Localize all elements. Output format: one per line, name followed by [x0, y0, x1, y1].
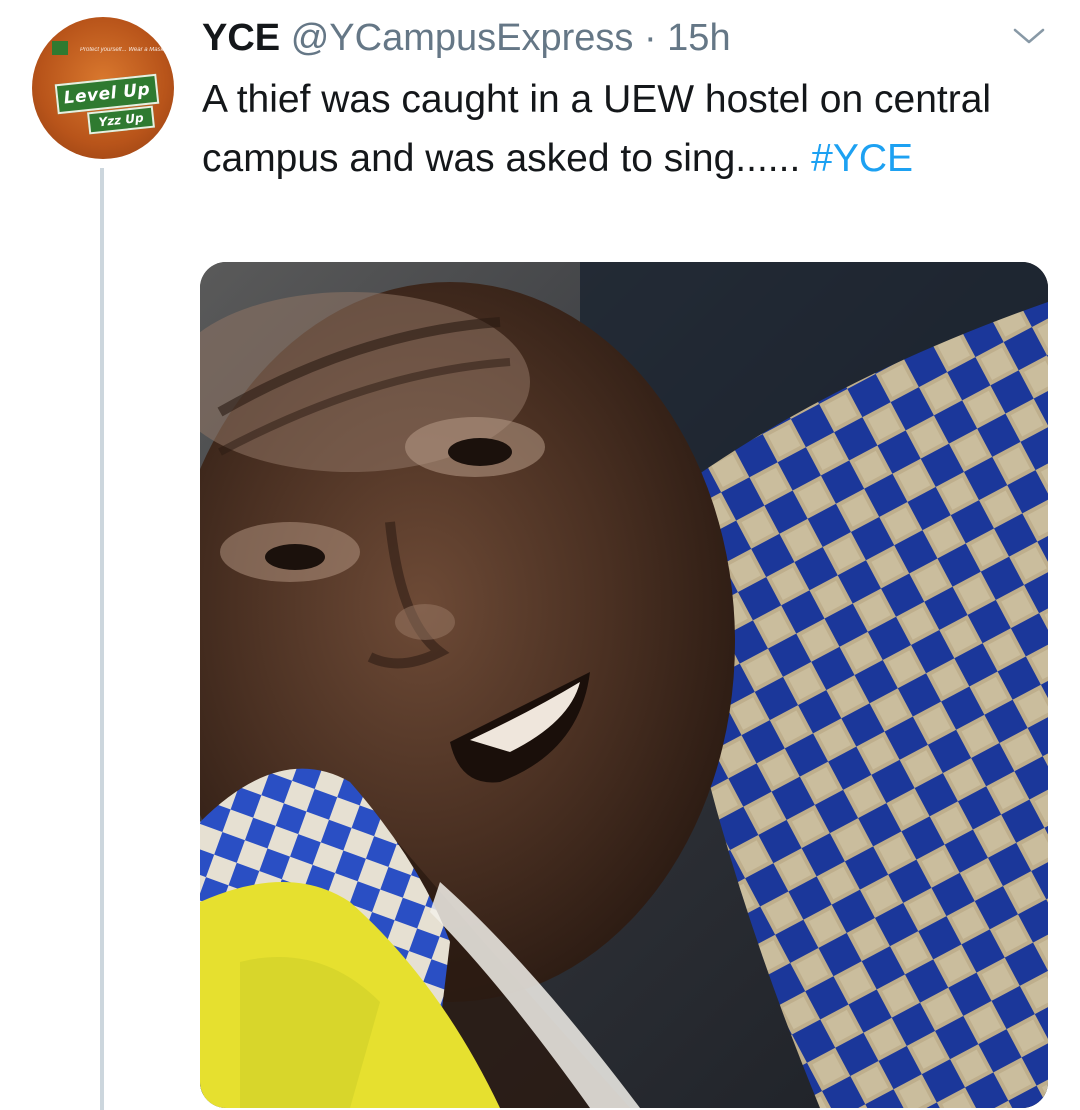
chevron-down-icon[interactable]: [1012, 26, 1046, 46]
avatar-corner-decoration: [52, 41, 68, 55]
meta-separator: ·: [633, 17, 668, 59]
tweet-text: A thief was caught in a UEW hostel on ce…: [202, 70, 1022, 188]
tweet-media-video[interactable]: [200, 262, 1048, 1108]
hashtag-link[interactable]: #YCE: [811, 137, 913, 180]
timestamp[interactable]: 15h: [667, 17, 730, 59]
avatar[interactable]: Protect yourself... Wear a Mask! Level U…: [32, 17, 174, 159]
video-frame-image: [200, 262, 1048, 1108]
display-name[interactable]: YCE: [202, 17, 280, 59]
avatar-tagline: Protect yourself... Wear a Mask!: [80, 47, 166, 53]
thread-line: [100, 168, 104, 1110]
tweet-header: YCE @YCampusExpress · 15h: [202, 15, 731, 61]
handle[interactable]: @YCampusExpress: [291, 17, 634, 59]
